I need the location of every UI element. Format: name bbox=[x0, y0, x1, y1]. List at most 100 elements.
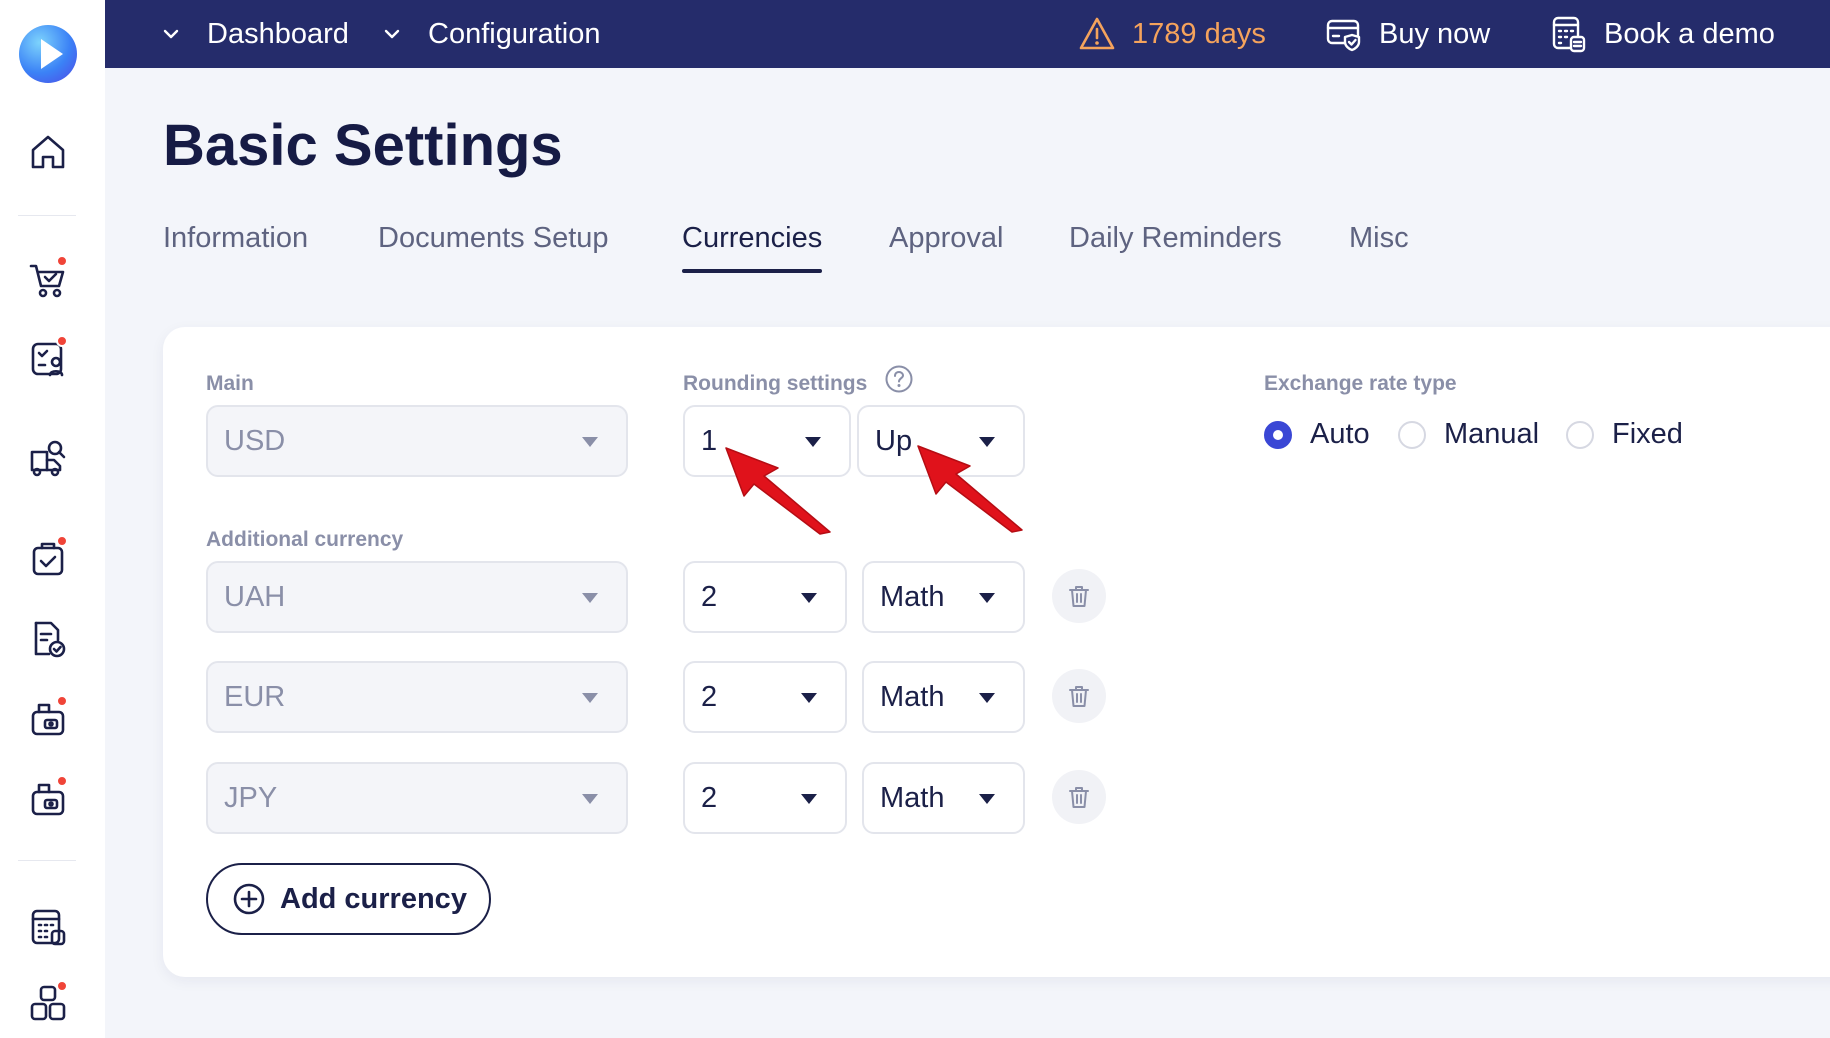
annotation-arrow-icon bbox=[917, 445, 1023, 533]
rounding-settings-label: Rounding settings bbox=[683, 372, 868, 395]
document-check-icon[interactable] bbox=[24, 615, 72, 663]
clipboard-check-icon[interactable] bbox=[24, 535, 72, 583]
additional-precision-select[interactable]: 2 bbox=[683, 661, 847, 733]
additional-currency-value: JPY bbox=[224, 781, 278, 814]
caret-down-icon bbox=[979, 693, 995, 703]
warning-icon bbox=[1079, 17, 1115, 50]
sidebar bbox=[0, 0, 105, 1038]
caret-down-icon bbox=[582, 693, 598, 703]
home-icon[interactable] bbox=[24, 128, 72, 176]
notification-dot bbox=[56, 980, 68, 992]
add-currency-label: Add currency bbox=[280, 882, 467, 915]
additional-precision-value: 2 bbox=[701, 781, 718, 814]
currencies-card: Main Rounding settings Exchange rate typ… bbox=[163, 327, 1830, 977]
plus-circle-icon bbox=[233, 883, 265, 915]
trial-days-indicator[interactable]: 1789 days bbox=[1078, 0, 1266, 68]
exchange-auto-label: Auto bbox=[1310, 418, 1370, 450]
caret-down-icon bbox=[801, 794, 817, 804]
caret-down-icon bbox=[582, 593, 598, 603]
main-precision-value: 1 bbox=[701, 424, 718, 457]
nav-configuration-label: Configuration bbox=[428, 17, 601, 50]
tab-information[interactable]: Information bbox=[163, 222, 308, 273]
notification-dot bbox=[56, 775, 68, 787]
trash-icon bbox=[1069, 586, 1089, 607]
chevron-down-icon bbox=[384, 29, 400, 39]
main-currency-value: USD bbox=[224, 424, 286, 457]
additional-precision-value: 2 bbox=[701, 580, 718, 613]
additional-currency-select[interactable]: UAH bbox=[206, 561, 628, 633]
exchange-rate-type-label: Exchange rate type bbox=[1264, 372, 1457, 395]
exchange-auto-radio[interactable]: Auto bbox=[1264, 418, 1370, 451]
card-shield-icon bbox=[1326, 19, 1361, 52]
additional-currency-select[interactable]: JPY bbox=[206, 762, 628, 834]
additional-rounding-mode-value: Math bbox=[880, 680, 945, 713]
caret-down-icon bbox=[979, 794, 995, 804]
exchange-manual-radio[interactable]: Manual bbox=[1398, 418, 1539, 451]
notification-dot bbox=[56, 335, 68, 347]
calculator-icon[interactable] bbox=[24, 903, 72, 951]
additional-currency-value: EUR bbox=[224, 680, 286, 713]
exchange-fixed-label: Fixed bbox=[1612, 418, 1683, 450]
radio-unselected-icon bbox=[1566, 420, 1594, 449]
delivery-search-icon[interactable] bbox=[24, 435, 72, 483]
exchange-fixed-radio[interactable]: Fixed bbox=[1566, 418, 1683, 451]
radio-unselected-icon bbox=[1398, 420, 1426, 449]
main-currency-label: Main bbox=[206, 372, 254, 395]
caret-down-icon bbox=[979, 593, 995, 603]
additional-rounding-mode-select[interactable]: Math bbox=[862, 661, 1025, 733]
modules-icon[interactable] bbox=[24, 980, 72, 1028]
nav-dashboard[interactable]: Dashboard bbox=[161, 0, 349, 68]
notification-dot bbox=[56, 535, 68, 547]
buy-now-label: Buy now bbox=[1379, 17, 1491, 50]
tab-approval[interactable]: Approval bbox=[889, 222, 1003, 273]
delete-currency-button[interactable] bbox=[1052, 770, 1106, 824]
notification-dot bbox=[56, 695, 68, 707]
nav-dashboard-label: Dashboard bbox=[207, 17, 349, 50]
cash-register-icon[interactable] bbox=[24, 695, 72, 743]
trash-icon bbox=[1069, 686, 1089, 707]
tab-daily-reminders[interactable]: Daily Reminders bbox=[1069, 222, 1282, 273]
nav-configuration[interactable]: Configuration bbox=[382, 0, 601, 68]
caret-down-icon bbox=[801, 693, 817, 703]
additional-precision-select[interactable]: 2 bbox=[683, 762, 847, 834]
additional-precision-select[interactable]: 2 bbox=[683, 561, 847, 633]
radio-selected-icon bbox=[1264, 420, 1292, 449]
additional-currency-select[interactable]: EUR bbox=[206, 661, 628, 733]
sidebar-divider bbox=[18, 215, 76, 216]
additional-rounding-mode-value: Math bbox=[880, 580, 945, 613]
main-rounding-mode-value: Up bbox=[875, 424, 913, 457]
delete-currency-button[interactable] bbox=[1052, 569, 1106, 623]
book-demo-label: Book a demo bbox=[1604, 17, 1775, 50]
caret-down-icon bbox=[582, 437, 598, 447]
trash-icon bbox=[1069, 787, 1089, 808]
additional-rounding-mode-select[interactable]: Math bbox=[862, 561, 1025, 633]
cart-icon[interactable] bbox=[24, 255, 72, 303]
main-currency-select[interactable]: USD bbox=[206, 405, 628, 477]
tab-misc[interactable]: Misc bbox=[1349, 222, 1409, 273]
page-title: Basic Settings bbox=[163, 113, 563, 178]
user-list-icon[interactable] bbox=[24, 335, 72, 383]
book-demo-button[interactable]: Book a demo bbox=[1550, 0, 1775, 68]
exchange-manual-label: Manual bbox=[1444, 418, 1540, 450]
chevron-down-icon bbox=[163, 29, 179, 39]
additional-rounding-mode-value: Math bbox=[880, 781, 945, 814]
app-logo[interactable] bbox=[19, 25, 77, 83]
trial-days-text: 1789 days bbox=[1132, 17, 1266, 50]
caret-down-icon bbox=[582, 794, 598, 804]
top-bar: Dashboard Configuration 1789 days Buy no… bbox=[105, 0, 1830, 68]
help-icon[interactable] bbox=[884, 364, 914, 394]
buy-now-button[interactable]: Buy now bbox=[1325, 0, 1490, 68]
additional-rounding-mode-select[interactable]: Math bbox=[862, 762, 1025, 834]
additional-precision-value: 2 bbox=[701, 680, 718, 713]
annotation-arrow-icon bbox=[725, 447, 831, 535]
additional-currency-label: Additional currency bbox=[206, 528, 404, 551]
calculator-icon bbox=[1552, 16, 1586, 53]
caret-down-icon bbox=[801, 593, 817, 603]
delete-currency-button[interactable] bbox=[1052, 669, 1106, 723]
tab-documents-setup[interactable]: Documents Setup bbox=[378, 222, 609, 273]
sidebar-divider bbox=[18, 860, 76, 861]
cash-register-icon[interactable] bbox=[24, 775, 72, 823]
add-currency-button[interactable]: Add currency bbox=[206, 863, 491, 935]
tab-currencies[interactable]: Currencies bbox=[682, 222, 823, 273]
notification-dot bbox=[56, 255, 68, 267]
